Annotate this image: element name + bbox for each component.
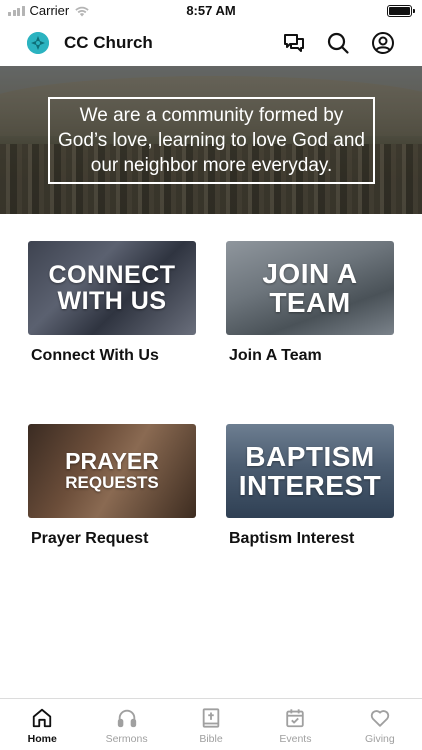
card-baptism-interest[interactable]: BAPTISM INTEREST Baptism Interest [226, 424, 394, 548]
card-caption[interactable]: Join A Team [226, 347, 394, 365]
status-time: 8:57 AM [186, 3, 236, 18]
card-image-line1: BAPTISM [245, 441, 375, 472]
card-image[interactable]: BAPTISM INTEREST [226, 424, 394, 518]
tab-label: Home [27, 733, 57, 745]
card-image-line2: REQUESTS [65, 473, 159, 492]
church-logo-icon [27, 32, 49, 54]
card-join-a-team[interactable]: JOIN A TEAM Join A Team [226, 241, 394, 365]
card-caption[interactable]: Prayer Request [28, 530, 196, 548]
card-connect-with-us[interactable]: CONNECT WITH US Connect With Us [28, 241, 196, 365]
tab-bar: Home Sermons Bible Events Giving [0, 698, 422, 750]
tab-label: Bible [199, 733, 223, 745]
card-image[interactable]: JOIN A TEAM [226, 241, 394, 335]
app-title: CC Church [64, 33, 153, 52]
card-image[interactable]: CONNECT WITH US [28, 241, 196, 335]
card-caption[interactable]: Baptism Interest [226, 530, 394, 548]
hero-frame: We are a community formed by God’s love,… [48, 97, 375, 184]
tab-label: Giving [364, 733, 395, 745]
card-caption[interactable]: Connect With Us [28, 347, 196, 365]
tab-home[interactable]: Home [0, 699, 84, 750]
tab-giving[interactable]: Giving [338, 699, 422, 750]
home-icon [33, 708, 52, 728]
app-header: CC Church [0, 24, 422, 64]
card-image[interactable]: PRAYER REQUESTS [28, 424, 196, 518]
status-bar: Carrier 8:57 AM [0, 0, 422, 22]
tab-label: Sermons [105, 733, 148, 745]
battery-icon [387, 5, 415, 17]
profile-icon[interactable] [371, 31, 395, 55]
card-image-line2: TEAM [269, 287, 351, 318]
card-image-line2: WITH US [57, 287, 167, 315]
tab-events[interactable]: Events [253, 699, 337, 750]
search-icon[interactable] [326, 31, 350, 55]
bible-icon [202, 708, 220, 728]
calendar-icon [286, 709, 305, 728]
card-image-line1: JOIN A [262, 258, 358, 289]
card-prayer-request[interactable]: PRAYER REQUESTS Prayer Request [28, 424, 196, 548]
chat-icon[interactable] [282, 31, 306, 55]
card-image-line1: PRAYER [65, 448, 159, 474]
card-image-line2: INTEREST [238, 470, 382, 501]
card-image-line1: CONNECT [48, 261, 176, 289]
tab-label: Events [279, 733, 312, 745]
heart-icon [370, 710, 389, 727]
headphones-icon [117, 709, 136, 728]
tab-bible[interactable]: Bible [169, 699, 253, 750]
hero-banner: We are a community formed by God’s love,… [0, 66, 422, 214]
tab-sermons[interactable]: Sermons [84, 699, 168, 750]
hero-text: We are a community formed by God’s love,… [57, 105, 365, 176]
